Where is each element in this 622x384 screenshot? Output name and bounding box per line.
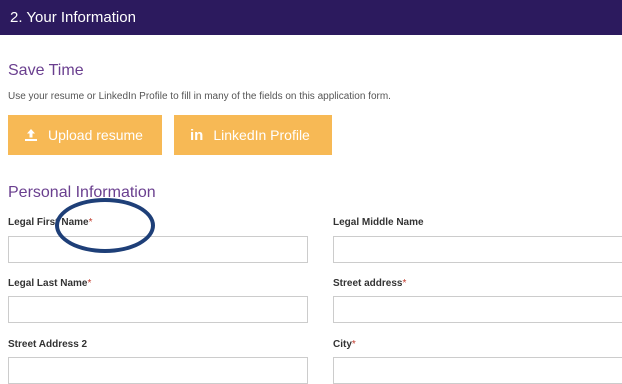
linkedin-profile-button[interactable]: in LinkedIn Profile bbox=[174, 115, 332, 155]
upload-icon bbox=[24, 128, 38, 142]
personal-information-title: Personal Information bbox=[8, 184, 156, 201]
city-label: City* bbox=[333, 339, 356, 350]
required-marker: * bbox=[402, 278, 407, 289]
legal-middle-name-label: Legal Middle Name bbox=[333, 217, 424, 228]
linkedin-profile-label: LinkedIn Profile bbox=[213, 127, 310, 143]
legal-last-name-label: Legal Last Name* bbox=[8, 278, 92, 289]
required-marker: * bbox=[87, 278, 92, 289]
street-address-input[interactable] bbox=[333, 296, 622, 323]
upload-resume-button[interactable]: Upload resume bbox=[8, 115, 162, 155]
section-header-title: 2. Your Information bbox=[10, 9, 136, 26]
legal-last-name-input[interactable] bbox=[8, 296, 308, 323]
save-time-title: Save Time bbox=[8, 62, 84, 79]
street-address-2-label: Street Address 2 bbox=[8, 339, 88, 350]
save-time-helper-text: Use your resume or LinkedIn Profile to f… bbox=[8, 91, 391, 102]
legal-first-name-input[interactable] bbox=[8, 236, 308, 263]
legal-middle-name-input[interactable] bbox=[333, 236, 622, 263]
required-marker: * bbox=[351, 339, 356, 350]
legal-first-name-label: Legal First Name* bbox=[8, 217, 93, 228]
upload-resume-label: Upload resume bbox=[48, 127, 143, 143]
required-marker: * bbox=[88, 217, 93, 228]
street-address-label: Street address* bbox=[333, 278, 407, 289]
linkedin-icon: in bbox=[190, 126, 204, 144]
section-header: 2. Your Information bbox=[0, 0, 622, 35]
